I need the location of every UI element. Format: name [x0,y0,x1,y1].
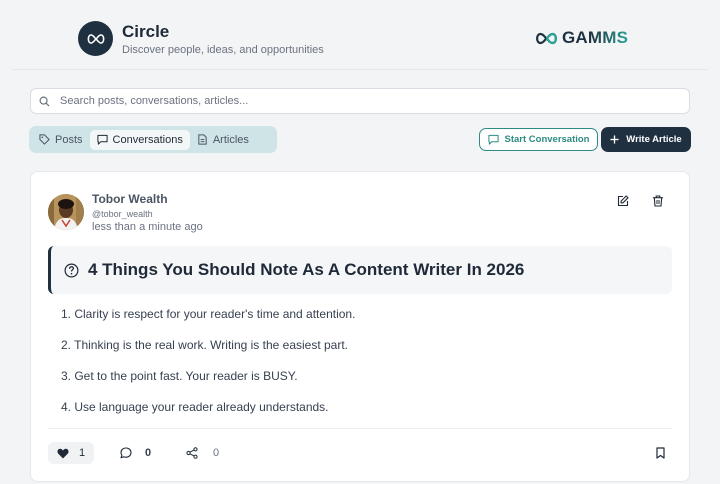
comment-count: 0 [145,447,152,459]
list-item: 4. Use language your reader already unde… [61,400,329,414]
comment-button[interactable]: 0 [120,442,151,464]
header-divider [12,69,708,70]
message-square-icon [96,134,108,145]
like-count: 1 [79,447,86,459]
bookmark-icon [655,447,665,459]
start-conversation-button[interactable]: Start Conversation [479,128,598,151]
edit-button[interactable] [615,193,631,209]
post-card: Tobor Wealth @tobor_wealth less than a m… [30,171,690,482]
share-button[interactable]: 0 [186,442,219,464]
message-circle-icon [120,447,132,459]
delete-button[interactable] [650,193,666,209]
write-article-button[interactable]: Write Article [601,127,691,152]
brand-infinity-icon [536,32,557,44]
post-title-block[interactable]: 4 Things You Should Note As A Content Wr… [48,246,672,294]
heart-icon [57,448,69,458]
start-conversation-label: Start Conversation [504,134,590,145]
trash-icon [653,195,663,207]
post-timestamp: less than a minute ago [92,221,203,233]
tag-icon [39,134,50,145]
brand-logo: GAMMS [534,28,628,48]
list-item: 3. Get to the point fast. Your reader is… [61,369,298,383]
tab-posts[interactable]: Posts [32,130,90,150]
content-tabs: Posts Conversations Articles [29,126,277,153]
search-input[interactable] [60,95,660,107]
app-title: Circle [122,22,170,41]
search-bar[interactable] [30,88,690,114]
app-logo[interactable] [78,21,113,56]
tab-label: Posts [55,133,83,146]
like-button[interactable]: 1 [48,442,94,464]
write-article-label: Write Article [626,134,682,145]
share-icon [186,447,198,459]
avatar-image [48,194,84,230]
edit-icon [617,195,629,207]
tab-label: Conversations [112,133,183,146]
tab-label: Articles [212,133,249,146]
infinity-icon [87,33,104,44]
brand-text: GAMMS [562,28,629,47]
post-title: 4 Things You Should Note As A Content Wr… [88,260,525,279]
search-icon [39,96,50,107]
tab-articles[interactable]: Articles [190,130,256,150]
list-item: 1. Clarity is respect for your reader's … [61,307,356,321]
avatar[interactable] [48,194,84,230]
list-item: 2. Thinking is the real work. Writing is… [61,338,349,352]
author-handle: @tobor_wealth [92,209,153,219]
help-circle-icon [64,263,79,277]
share-count: 0 [213,447,220,459]
message-square-icon [487,134,499,145]
bookmark-button[interactable] [652,445,668,461]
post-body-list: 1. Clarity is respect for your reader's … [61,306,661,430]
author-name[interactable]: Tobor Wealth [92,192,168,206]
plus-icon [610,135,619,144]
app-subtitle: Discover people, ideas, and opportunitie… [122,44,324,56]
card-divider [48,428,672,429]
tab-conversations[interactable]: Conversations [89,129,190,150]
app-header: Circle Discover people, ideas, and oppor… [0,0,720,70]
file-text-icon [198,134,207,145]
